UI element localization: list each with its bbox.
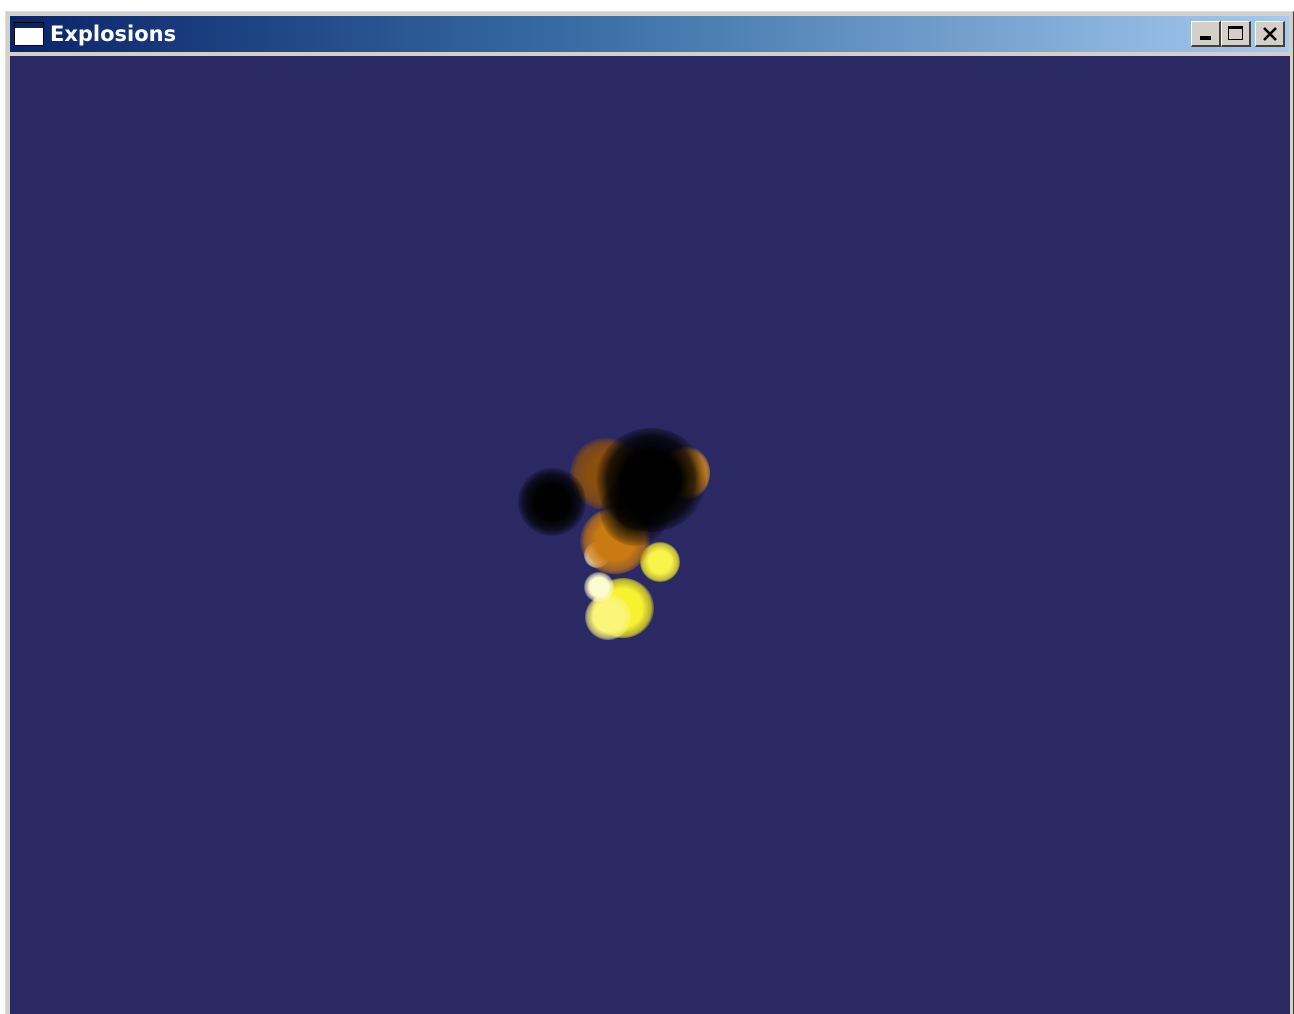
explosion-particle [518,468,586,536]
explosion-particle [585,594,631,640]
explosion-particle [584,572,614,602]
render-viewport[interactable] [10,56,1290,1014]
close-icon [1256,22,1283,45]
app-window: Explosions [5,11,1294,1014]
minimize-icon [1200,36,1211,40]
maximize-icon [1228,26,1243,40]
window-title: Explosions [50,22,177,46]
close-button[interactable] [1255,21,1285,47]
window-controls [1191,21,1285,47]
title-bar[interactable]: Explosions [10,16,1289,52]
maximize-button[interactable] [1221,21,1251,47]
explosion-particle [600,476,670,546]
minimize-button[interactable] [1191,21,1221,47]
window-icon[interactable] [14,22,44,46]
